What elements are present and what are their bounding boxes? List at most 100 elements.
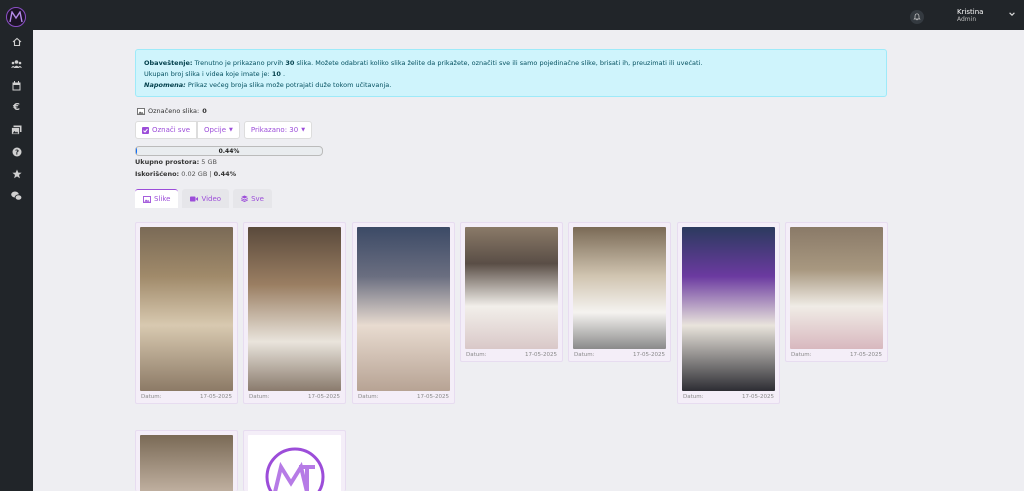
gallery-card[interactable]: Datum: 17-05-2025 (785, 222, 888, 362)
storage-progress-label: 0.44% (218, 148, 240, 155)
gallery-photo[interactable] (682, 227, 775, 391)
checkbox-icon (142, 126, 149, 134)
storage-used-value: 0.02 GB | (181, 170, 212, 178)
logo-mark-icon (9, 11, 23, 23)
selected-count: Označeno slika: 0 (137, 107, 207, 115)
shown-count-dropdown[interactable]: Prikazano: 30 ▼ (243, 121, 313, 139)
chat-icon (11, 191, 22, 201)
gallery-photo[interactable] (140, 227, 233, 391)
gallery-card-footer: Datum: 17-05-2025 (141, 394, 232, 400)
gallery-card-footer: Datum: 17-05-2025 (791, 352, 882, 358)
toolbar: Označi sve Opcije ▼ Prikazano: 30 ▼ (135, 121, 313, 139)
shown-count-label: Prikazano: 30 (250, 126, 299, 134)
date-value: 17-05-2025 (850, 352, 882, 358)
storage-used: Iskorišćeno: 0.02 GB | 0.44% (135, 170, 236, 178)
gallery-photo[interactable] (357, 227, 450, 391)
user-role: Admin (957, 16, 977, 23)
sidebar-item-favorites[interactable] (10, 167, 23, 180)
sidebar-item-calendar[interactable] (10, 79, 23, 92)
date-value: 17-05-2025 (200, 394, 232, 400)
gallery-photo[interactable] (465, 227, 558, 349)
sidebar-item-users[interactable] (10, 57, 23, 70)
sidebar: € ? (0, 30, 33, 491)
layers-icon (241, 195, 249, 202)
gallery-card-footer: Datum: 17-05-2025 (466, 352, 557, 358)
svg-text:?: ? (14, 148, 18, 156)
gallery-card[interactable]: Datum: 17-05-2025 (677, 222, 780, 404)
gallery-card[interactable]: Datum: 17-05-2025 (568, 222, 671, 362)
gallery-photo[interactable] (790, 227, 883, 349)
select-all-label: Označi sve (152, 126, 191, 134)
selected-count-value: 0 (202, 107, 207, 115)
sidebar-item-gallery[interactable] (10, 123, 23, 136)
sidebar-item-messages[interactable] (10, 189, 23, 202)
gallery-card-footer: Datum: 17-05-2025 (574, 352, 665, 358)
date-label: Datum: (574, 352, 595, 358)
gallery-photo[interactable] (248, 227, 341, 391)
star-icon (11, 169, 22, 178)
gallery-card[interactable] (243, 430, 346, 491)
gallery-photo[interactable] (140, 435, 233, 491)
user-menu[interactable]: Kristina Admin (957, 8, 983, 24)
selected-count-label: Označeno slika: (148, 107, 200, 115)
user-menu-toggle[interactable] (1008, 10, 1016, 20)
image-icon (143, 195, 151, 203)
top-bar: Kristina Admin (0, 0, 1024, 30)
alert-text: Trenutno je prikazano prvih (192, 59, 286, 67)
caret-down-icon: ▼ (301, 127, 306, 133)
alert-text: . (280, 70, 286, 78)
alert-text: Prikaz većeg broja slika može potrajati … (185, 81, 392, 89)
options-dropdown[interactable]: Opcije ▼ (197, 121, 240, 139)
sidebar-item-home[interactable] (10, 35, 23, 48)
gallery-card[interactable]: Datum: 17-05-2025 (243, 222, 346, 404)
date-label: Datum: (791, 352, 812, 358)
gallery-card[interactable]: Datum: 17-05-2025 (135, 222, 238, 404)
tab-all[interactable]: Sve (233, 189, 272, 208)
alert-label: Obaveštenje: (144, 59, 193, 67)
alert-total: 10 (271, 70, 281, 78)
date-label: Datum: (141, 394, 162, 400)
gallery-photo[interactable] (573, 227, 666, 349)
users-icon (11, 59, 22, 68)
media-tabs: Slike Video Sve (135, 189, 272, 208)
images-icon (11, 125, 22, 135)
bell-icon (913, 13, 921, 21)
date-value: 17-05-2025 (417, 394, 449, 400)
date-label: Datum: (683, 394, 704, 400)
gallery-card[interactable]: Datum: 17-05-2025 (352, 222, 455, 404)
alert-line-3: Napomena: Prikaz većeg broja slika može … (144, 80, 878, 91)
caret-down-icon: ▼ (229, 127, 233, 133)
select-all-button[interactable]: Označi sve (135, 121, 198, 139)
chevron-down-icon (1009, 12, 1015, 16)
options-label: Opcije (204, 126, 227, 134)
tab-label: Sve (251, 194, 264, 203)
gallery-card[interactable] (135, 430, 238, 491)
home-icon (12, 37, 21, 46)
storage-used-label: Iskorišćeno: (135, 170, 180, 178)
euro-icon: € (13, 101, 20, 113)
logo-image (265, 447, 324, 491)
sidebar-item-help[interactable]: ? (10, 145, 23, 158)
user-name: Kristina (957, 8, 984, 16)
alert-line-2: Ukupan broj slika i videa koje imate je:… (144, 69, 878, 80)
logo[interactable] (6, 7, 26, 27)
storage-total-value: 5 GB (201, 158, 217, 166)
gallery-card[interactable]: Datum: 17-05-2025 (460, 222, 563, 362)
tab-label: Video (201, 194, 222, 203)
date-label: Datum: (358, 394, 379, 400)
alert-line-1: Obaveštenje: Trenutno je prikazano prvih… (144, 58, 878, 69)
gallery-photo[interactable] (248, 435, 341, 491)
tab-images[interactable]: Slike (135, 189, 179, 208)
date-value: 17-05-2025 (742, 394, 774, 400)
date-value: 17-05-2025 (525, 352, 557, 358)
tab-video[interactable]: Video (182, 189, 230, 208)
notifications-button[interactable] (910, 10, 924, 24)
alert-text: Ukupan broj slika i videa koje imate je: (144, 70, 272, 78)
storage-total: Ukupno prostora: 5 GB (135, 158, 217, 166)
alert-text: slika. Možete odabrati koliko slika želi… (294, 59, 703, 67)
gallery-card-footer: Datum: 17-05-2025 (358, 394, 449, 400)
gallery-card-footer: Datum: 17-05-2025 (249, 394, 340, 400)
info-alert: Obaveštenje: Trenutno je prikazano prvih… (135, 49, 887, 97)
sidebar-item-payments[interactable]: € (10, 101, 23, 114)
storage-progress: 0.44% (135, 146, 323, 156)
